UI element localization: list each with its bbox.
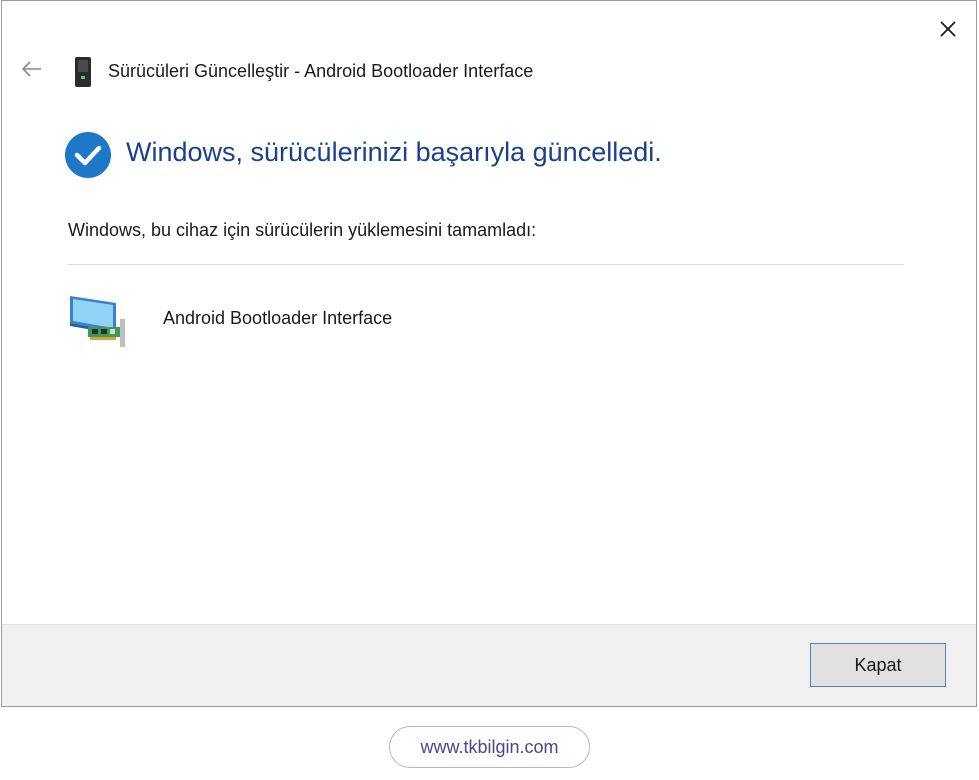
description-text: Windows, bu cihaz için sürücülerin yükle… [68, 220, 537, 240]
window-title: Sürücüleri Güncelleştir - Android Bootlo… [108, 61, 534, 81]
close-window-button[interactable] [926, 7, 970, 51]
watermark: www.tkbilgin.com [389, 726, 590, 768]
back-button[interactable] [16, 53, 48, 85]
success-heading: Windows, sürücülerinizi başarıyla güncel… [126, 137, 662, 167]
back-arrow-icon [21, 61, 41, 77]
dialog-footer: Kapat [2, 624, 976, 706]
divider [68, 264, 904, 265]
close-button[interactable]: Kapat [810, 643, 946, 687]
usb-device-icon [75, 57, 91, 87]
checkmark-circle-icon [65, 132, 111, 178]
update-drivers-dialog: Sürücüleri Güncelleştir - Android Bootlo… [1, 0, 977, 707]
network-adapter-icon [70, 296, 125, 347]
device-name: Android Bootloader Interface [163, 308, 393, 328]
close-icon [940, 21, 956, 37]
